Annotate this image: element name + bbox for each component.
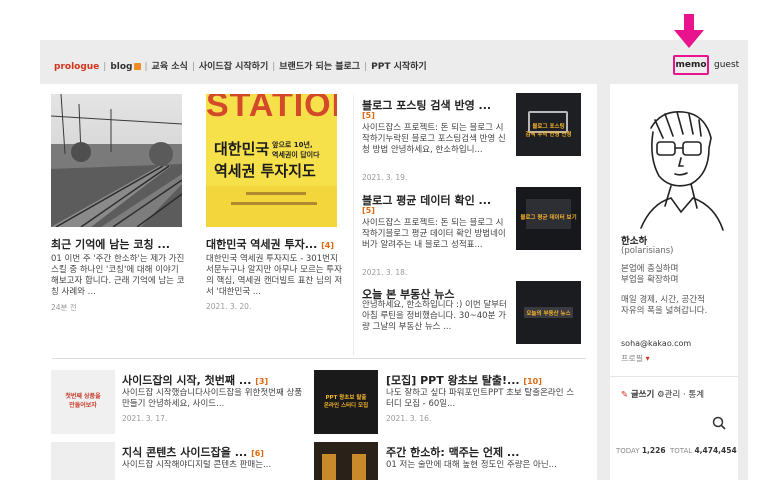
- book-cover-thumbnail[interactable]: STATION 앞으로 10년, 역세권이 답이다 대한민국 역세권 투자지도: [206, 94, 337, 227]
- profile-id: (polarisians): [621, 246, 674, 256]
- list-post-thumb-1[interactable]: 첫번째 상품을 만들어보자: [51, 370, 115, 434]
- guest-link[interactable]: guest: [714, 60, 739, 70]
- list-post-thumb-4[interactable]: [314, 442, 378, 480]
- right-post-thumb-text-3: 오늘의 부동산 뉴스: [526, 311, 571, 317]
- right-post-excerpt-2: 사이드잡스 프로젝트: 돈 되는 블로그 시작하기블로그 평균 데이터 확인 방…: [362, 218, 506, 250]
- right-post-title-2[interactable]: 블로그 평균 데이터 확인 ...: [362, 192, 510, 208]
- profile-link[interactable]: 프로필 ▾: [621, 353, 650, 364]
- list-post-title-3[interactable]: 지식 콘텐츠 사이드잡을 ... [6]: [122, 444, 302, 460]
- featured-date-1: 24분 전: [51, 303, 77, 312]
- profile-desc-2: 매일 경제, 시간, 공간적 자유의 폭을 넓혀갑니다.: [621, 295, 708, 316]
- nav-prologue[interactable]: prologue: [54, 62, 99, 72]
- nav-education[interactable]: 교육 소식: [152, 62, 188, 72]
- right-post-date-1: 2021. 3. 19.: [362, 173, 408, 182]
- right-post-thumb-text-1: 블로그 포스팅 검색 누락 반영 신청: [525, 124, 572, 138]
- sidebar-links: ✎ 글쓰기 ⚙관리 · 통계: [621, 388, 704, 400]
- featured-excerpt-1: 01 이번 주 '주간 한소하'는 제가 가진 스킬 중 하나인 '코칭'에 대…: [51, 254, 185, 297]
- profile-name: 한소하: [621, 236, 648, 247]
- list-post-title-2[interactable]: [모집] PPT 왕초보 탈출!... [10]: [386, 372, 566, 388]
- top-nav: prologue | blog | 교육 소식 | 사이드잡 시작하기 | 브랜드가 되는 블로…: [40, 52, 748, 80]
- right-post-excerpt-3: 안녕하세요, 한소하입니다 :) 이번 달부터 아침 루틴을 정비했습니다. 3…: [362, 300, 507, 332]
- search-icon[interactable]: [712, 416, 726, 430]
- pencil-icon: ✎: [621, 390, 629, 400]
- list-post-excerpt-2: 나도 잘하고 싶다 파워포인트PPT 초보 탈출온라인 스터디 모집 - 60일…: [386, 388, 575, 409]
- right-post-thumb-2[interactable]: 블로그 평균 데이터 보기: [516, 187, 581, 250]
- book-cover-top: STATION: [206, 94, 337, 124]
- right-post-count-1: [5]: [362, 111, 375, 120]
- gear-icon: ⚙: [657, 390, 665, 400]
- right-post-thumb-1[interactable]: 블로그 포스팅 검색 누락 반영 신청: [516, 93, 581, 156]
- nav-sidejob[interactable]: 사이드잡 시작하기: [199, 62, 268, 72]
- featured-date-2: 2021. 3. 20.: [206, 302, 252, 311]
- list-post-thumb-2[interactable]: PPT 왕초보 탈출 온라인 스터디 모집: [314, 370, 378, 434]
- list-post-title-1[interactable]: 사이드잡의 시작, 첫번째 ... [3]: [122, 372, 292, 388]
- book-cover-main: 대한민국 역세권 투자지도: [214, 140, 316, 180]
- write-link[interactable]: 글쓰기: [631, 390, 654, 400]
- chevron-down-icon: ▾: [645, 354, 650, 363]
- right-post-excerpt-1: 사이드잡스 프로젝트: 돈 되는 블로그 시작하기누락된 블로그 포스팅검색 반…: [362, 123, 506, 155]
- profile-email[interactable]: soha@kakao.com: [621, 339, 691, 348]
- right-post-count-2: [5]: [362, 206, 375, 215]
- right-post-thumb-3[interactable]: 오늘의 부동산 뉴스: [516, 281, 581, 344]
- visitor-stats: TODAY 1,226 TOTAL 4,474,454: [610, 440, 738, 462]
- sidebar-divider: [610, 376, 738, 377]
- list-post-excerpt-4: 01 저는 술만에 대해 높현 정도인 주량은 아닌...: [386, 460, 557, 470]
- list-post-thumb-text-1: 첫번째 상품을 만들어보자: [65, 393, 101, 409]
- railway-thumbnail[interactable]: [51, 94, 182, 227]
- list-post-title-4[interactable]: 주간 한소하: 맥주는 언제 ...: [386, 444, 566, 460]
- featured-title-2[interactable]: 대한민국 역세권 투자... [4]: [206, 236, 346, 252]
- right-post-title-1[interactable]: 블로그 포스팅 검색 반영 ...: [362, 97, 510, 113]
- list-post-date-1: 2021. 3. 17.: [122, 414, 168, 423]
- admin-link[interactable]: 관리 · 통계: [665, 390, 704, 400]
- list-post-excerpt-1: 사이드잡 시작했습니다사이드잡을 위한첫번째 상품 만들기 안녕하세요, 사이드…: [122, 388, 303, 409]
- list-post-excerpt-3: 사이드잡 시작해야디지털 콘텐츠 판매는...: [122, 460, 272, 470]
- avatar[interactable]: [621, 98, 731, 233]
- section-divider: [52, 358, 586, 359]
- rss-icon: [133, 63, 141, 70]
- list-post-thumb-3[interactable]: [51, 442, 115, 480]
- profile-desc-1: 본업에 충실하며 부업을 확장하며: [621, 264, 679, 285]
- nav-blog[interactable]: blog: [110, 62, 132, 72]
- nav-brand-blog[interactable]: 브랜드가 되는 블로그: [279, 62, 360, 72]
- right-post-date-2: 2021. 3. 18.: [362, 268, 408, 277]
- featured-excerpt-2: 대한민국 역세권 투자지도 - 301번지 서문누구나 알지만 아무나 모르는 …: [206, 254, 343, 297]
- memo-link[interactable]: memo: [673, 55, 709, 75]
- right-post-thumb-text-2: 블로그 평균 데이터 보기: [520, 215, 577, 221]
- list-post-thumb-text-2: PPT 왕초보 탈출 온라인 스터디 모집: [323, 395, 369, 409]
- down-arrow-icon: [674, 14, 704, 48]
- list-post-date-2: 2021. 3. 16.: [386, 414, 432, 423]
- nav-ppt[interactable]: PPT 시작하기: [371, 62, 427, 72]
- column-divider: [353, 95, 354, 355]
- featured-title-1[interactable]: 최근 기억에 남는 코칭 ...: [51, 236, 186, 252]
